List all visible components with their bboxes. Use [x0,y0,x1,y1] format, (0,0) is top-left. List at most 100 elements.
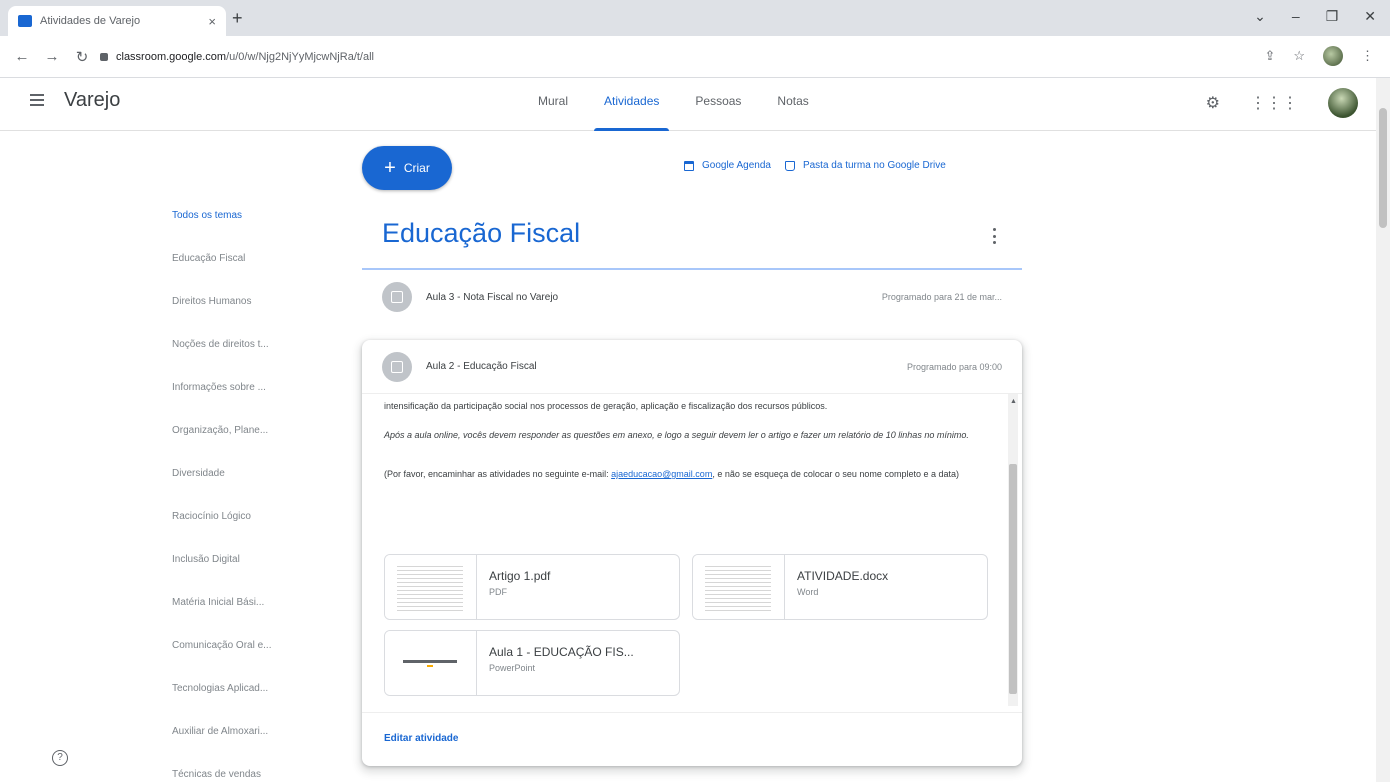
description-scrollbar[interactable]: ▲ [1008,394,1018,706]
reload-icon[interactable]: ↻ [74,48,90,66]
browser-tab[interactable]: Atividades de Varejo × [8,6,226,36]
browser-menu-icon[interactable]: ⋮ [1361,48,1374,64]
topic-item[interactable]: Organização, Plane... [172,425,292,468]
section-divider [362,268,1022,270]
topic-item[interactable]: Educação Fiscal [172,253,292,296]
pptx-thumbnail [385,631,477,695]
close-window-button[interactable]: ✕ [1364,8,1376,25]
topic-item[interactable]: Todos os temas [172,210,292,253]
topic-item[interactable]: Auxiliar de Almoxari... [172,726,292,769]
attachment-type: PowerPoint [489,663,536,673]
attachment-name: Aula 1 - EDUCAÇÃO FIS... [489,645,634,659]
assignment-icon [382,282,412,312]
toolbar-actions: ⇪ ☆ ⋮ [1264,46,1374,66]
topic-item[interactable]: Noções de direitos t... [172,339,292,382]
drive-folder-link[interactable]: Pasta da turma no Google Drive [784,160,946,171]
assignment-title: Aula 2 - Educação Fiscal [426,361,537,372]
assignment-icon [382,351,412,382]
course-title[interactable]: Varejo [64,89,120,112]
attachment-type: Word [797,587,819,597]
card-footer: Editar atividade [362,712,1022,766]
attachment-name: Artigo 1.pdf [489,569,551,583]
new-tab-button[interactable]: + [232,8,243,29]
description-paragraph: intensificação da participação social no… [384,401,828,411]
google-calendar-link[interactable]: Google Agenda [684,160,771,171]
topic-item[interactable]: Informações sobre ... [172,382,292,425]
attachment-docx[interactable]: ATIVIDADE.docx Word [692,554,988,620]
header-actions: ⚙ ⋮⋮⋮ [1206,88,1358,118]
tab-search-icon[interactable]: ⌄ [1254,8,1266,25]
expanded-assignment-card: Aula 2 - Educação Fiscal Programado para… [362,340,1022,766]
classroom-header: Varejo Mural Atividades Pessoas Notas ⚙ … [0,78,1376,131]
docx-thumbnail [693,555,785,619]
scroll-up-icon[interactable]: ▲ [1010,398,1017,405]
lock-icon [100,53,108,61]
url-host: classroom.google.com [116,51,227,63]
tab-title: Atividades de Varejo [40,15,141,27]
description-scrollbar-thumb[interactable] [1009,464,1017,694]
attachment-pptx[interactable]: Aula 1 - EDUCAÇÃO FIS... PowerPoint [384,630,680,696]
calendar-icon [684,160,694,171]
share-icon[interactable]: ⇪ [1264,48,1275,64]
section-title[interactable]: Educação Fiscal [382,218,580,249]
expanded-assignment-header[interactable]: Aula 2 - Educação Fiscal Programado para… [362,340,1022,394]
create-label: Criar [403,161,430,175]
tab-atividades[interactable]: Atividades [586,78,677,131]
tab-pessoas[interactable]: Pessoas [677,78,759,131]
topic-item[interactable]: Tecnologias Aplicad... [172,683,292,726]
assignment-status: Programado para 21 de mar... [881,292,1002,302]
minimize-button[interactable]: – [1292,8,1300,25]
assignment-status: Programado para 09:00 [906,361,1002,372]
section-more-options-icon[interactable] [992,228,996,244]
topic-item[interactable]: Matéria Inicial Bási... [172,597,292,640]
attachment-name: ATIVIDADE.docx [797,569,889,583]
topic-item[interactable]: Diversidade [172,468,292,511]
tab-mural[interactable]: Mural [520,78,586,131]
help-icon[interactable]: ? [52,750,68,766]
drive-folder-icon [784,160,795,171]
plus-icon: + [384,157,396,179]
description-text: intensificação da participação social no… [384,398,990,495]
bookmark-star-icon[interactable]: ☆ [1293,48,1305,64]
topic-item[interactable]: Direitos Humanos [172,296,292,339]
pdf-thumbnail [385,555,477,619]
apps-grid-icon[interactable]: ⋮⋮⋮ [1250,93,1298,113]
maximize-button[interactable]: ❐ [1326,8,1339,25]
drive-link-label: Pasta da turma no Google Drive [802,160,946,171]
topics-list: Todos os temas Educação Fiscal Direitos … [172,210,292,782]
main-menu-icon[interactable] [30,94,44,106]
user-avatar[interactable] [1328,88,1358,118]
window-controls: ⌄ – ❐ ✕ [1254,8,1376,25]
settings-gear-icon[interactable]: ⚙ [1206,93,1220,113]
classroom-favicon-icon [18,15,32,27]
email-link[interactable]: ajaeducacao@gmail.com [611,469,712,479]
page-scrollbar-thumb[interactable] [1379,108,1387,228]
attachment-pdf[interactable]: Artigo 1.pdf PDF [384,554,680,620]
topic-item[interactable]: Inclusão Digital [172,554,292,597]
browser-toolbar: ← → ↻ classroom.google.com /u/0/w/Njg2Nj… [0,36,1390,78]
page-scrollbar[interactable] [1376,78,1390,782]
calendar-link-label: Google Agenda [702,160,771,171]
forward-icon[interactable]: → [44,48,60,65]
create-button[interactable]: + Criar [362,146,452,190]
browser-tabstrip: Atividades de Varejo × + ⌄ – ❐ ✕ [0,0,1390,36]
email-instruction-end: , e não se esqueça de colocar o seu nome… [712,469,959,479]
description-paragraph: (Por favor, encaminhar as atividades no … [384,466,990,483]
url-path: /u/0/w/Njg2NjYyMjcwNjRa/t/all [226,51,374,63]
back-icon[interactable]: ← [14,48,30,65]
close-tab-icon[interactable]: × [208,14,216,29]
class-links: Google Agenda Pasta da turma no Google D… [684,160,946,171]
topic-item[interactable]: Técnicas de vendas [172,769,292,782]
topic-item[interactable]: Comunicação Oral e... [172,640,292,683]
profile-avatar-icon[interactable] [1323,46,1343,66]
assignment-title: Aula 3 - Nota Fiscal no Varejo [426,291,559,303]
edit-assignment-link[interactable]: Editar atividade [384,733,458,744]
assignment-row[interactable]: Aula 3 - Nota Fiscal no Varejo Programad… [362,276,1022,318]
attachment-type: PDF [489,587,507,597]
email-instruction-start: (Por favor, encaminhar as atividades no … [384,469,612,479]
description-paragraph: Após a aula online, vocês devem responde… [384,430,969,440]
address-bar[interactable]: classroom.google.com /u/0/w/Njg2NjYyMjcw… [100,44,1250,70]
tab-notas[interactable]: Notas [759,78,826,131]
assignment-description: intensificação da participação social no… [362,394,1022,706]
topic-item[interactable]: Raciocínio Lógico [172,511,292,554]
